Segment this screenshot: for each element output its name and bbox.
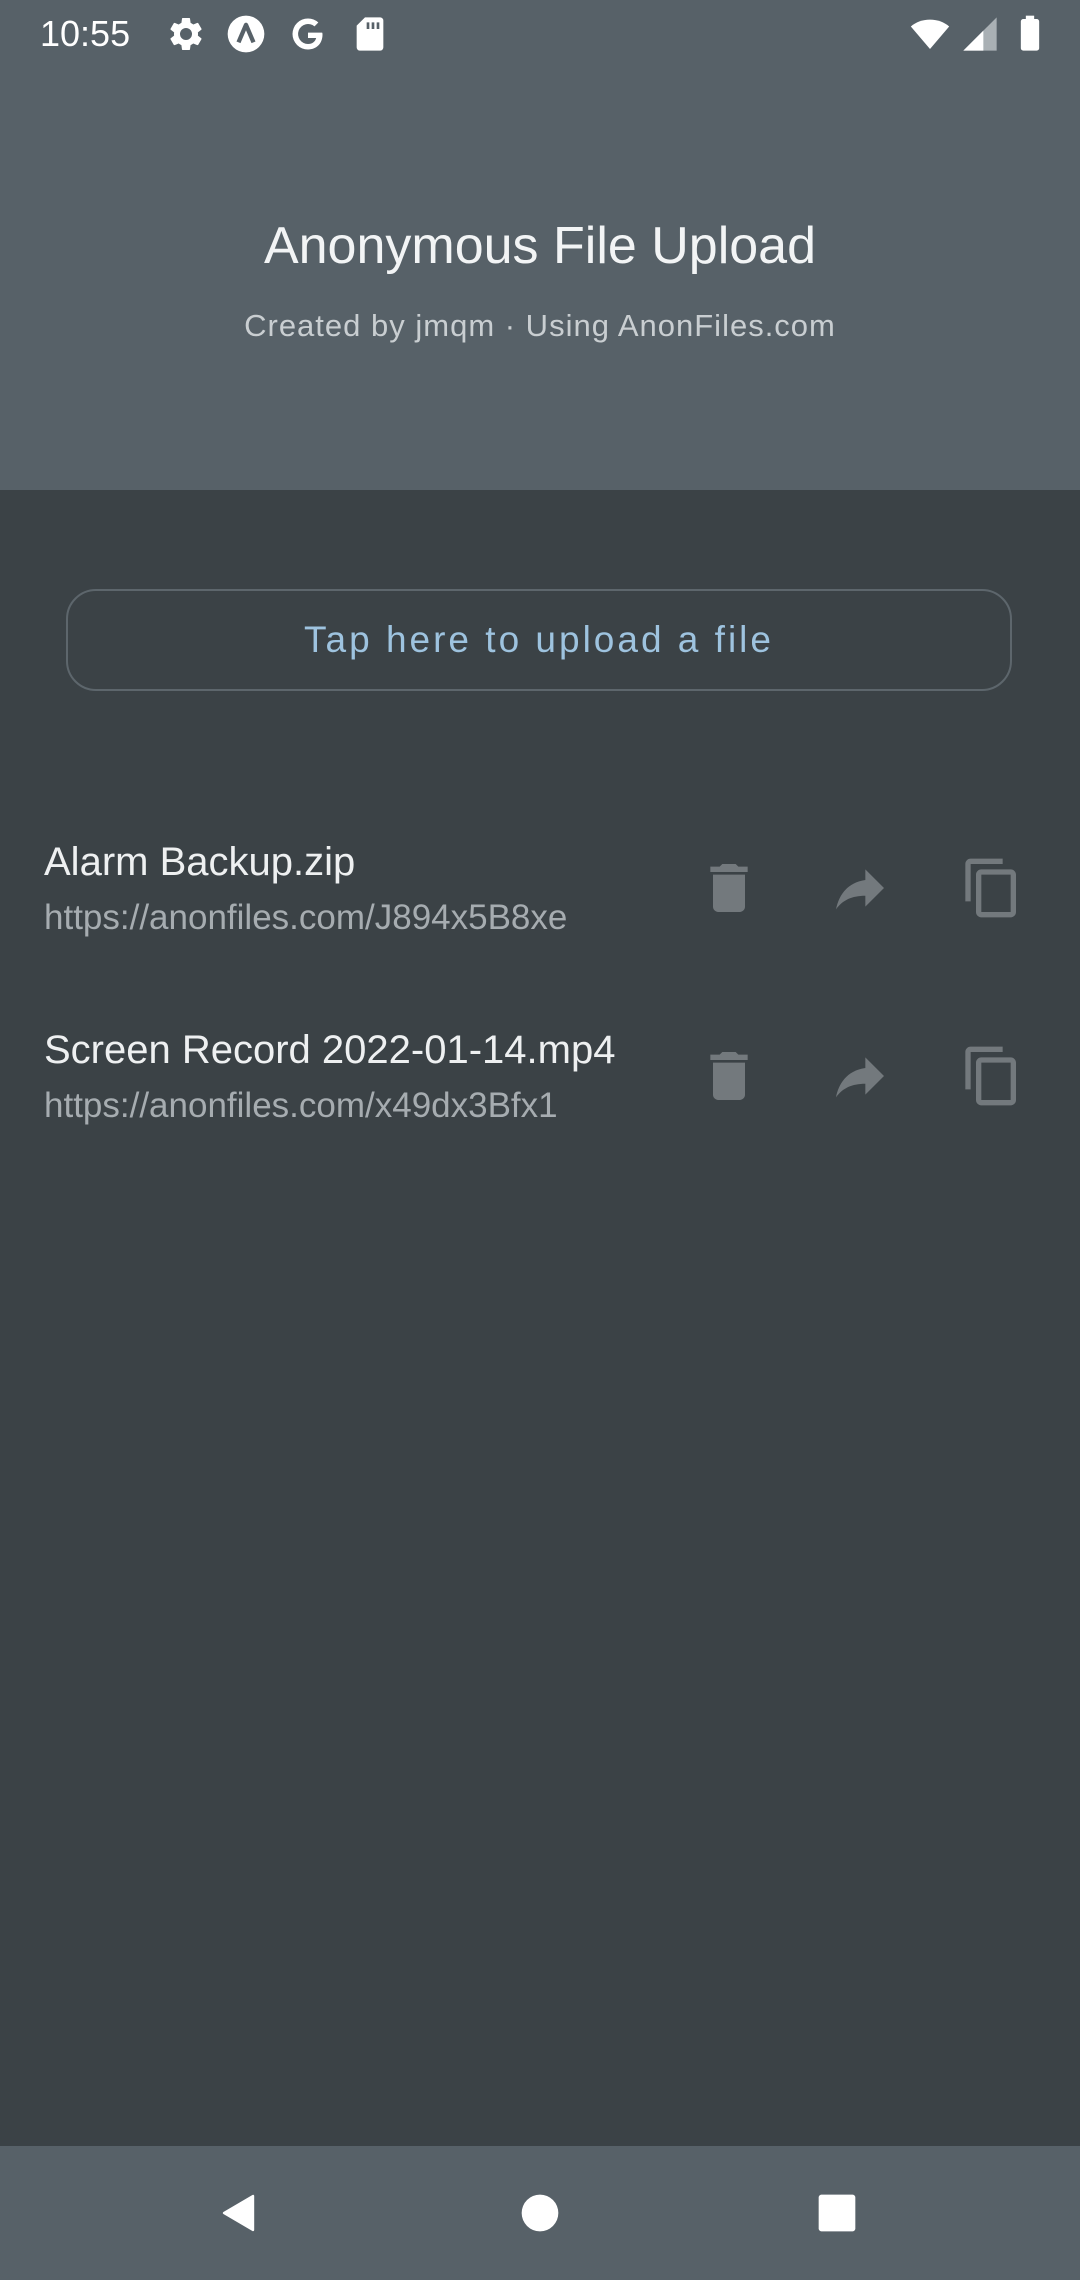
- upload-file-button[interactable]: Tap here to upload a file: [66, 589, 1012, 691]
- file-list-item: Screen Record 2022-01-14.mp4 https://ano…: [0, 1024, 1080, 1154]
- battery-icon: [1010, 14, 1050, 54]
- google-icon: [288, 14, 328, 54]
- file-name: Alarm Backup.zip: [44, 840, 356, 884]
- recents-button[interactable]: [797, 2173, 877, 2253]
- signal-icon: [960, 14, 1000, 54]
- share-button[interactable]: [812, 840, 908, 936]
- status-bar: 10:55: [0, 0, 1080, 66]
- file-url[interactable]: https://anonfiles.com/x49dx3Bfx1: [44, 1084, 664, 1128]
- app-a-icon: [226, 14, 266, 54]
- share-icon: [836, 1057, 884, 1098]
- sd-card-icon: [350, 14, 390, 54]
- navigation-bar: [0, 2146, 1080, 2280]
- home-icon: [521, 2194, 559, 2232]
- app-header: 10:55 Anonymous File Upload Created by j…: [0, 0, 1080, 490]
- delete-icon: [710, 864, 748, 912]
- wifi-icon: [910, 14, 950, 54]
- file-name: Screen Record 2022-01-14.mp4: [44, 1028, 616, 1072]
- copy-icon: [965, 1046, 1016, 1106]
- copy-button[interactable]: [944, 1028, 1040, 1124]
- back-button[interactable]: [200, 2173, 280, 2253]
- delete-button[interactable]: [681, 840, 777, 936]
- upload-button-label: Tap here to upload a file: [304, 619, 774, 660]
- settings-icon: [166, 14, 206, 54]
- share-icon: [836, 869, 884, 910]
- app-title: Anonymous File Upload: [263, 217, 817, 275]
- delete-button[interactable]: [681, 1028, 777, 1124]
- delete-icon: [710, 1052, 748, 1100]
- back-icon: [222, 2194, 255, 2232]
- recents-icon: [818, 2194, 856, 2232]
- home-button[interactable]: [500, 2173, 580, 2253]
- copy-button[interactable]: [944, 840, 1040, 936]
- status-time: 10:55: [40, 13, 131, 54]
- file-url[interactable]: https://anonfiles.com/J894x5B8xe: [44, 896, 664, 940]
- copy-icon: [965, 858, 1016, 918]
- share-button[interactable]: [812, 1028, 908, 1124]
- file-list-item: Alarm Backup.zip https://anonfiles.com/J…: [0, 836, 1080, 966]
- app-subtitle: Created by jmqm · Using AnonFiles.com: [244, 308, 836, 343]
